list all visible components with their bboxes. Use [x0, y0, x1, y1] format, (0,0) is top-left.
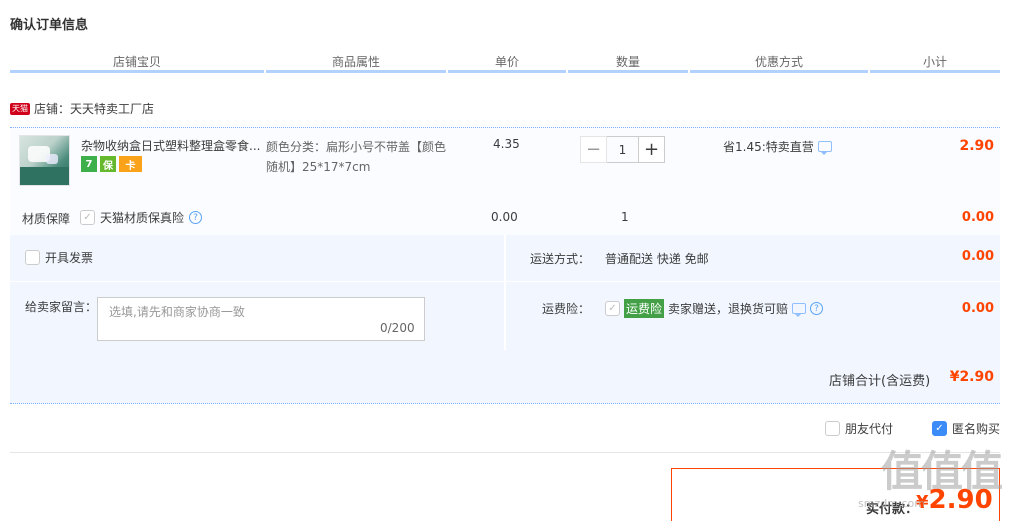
- column-header-discount: 优惠方式: [754, 55, 803, 69]
- product-thumbnail[interactable]: [19, 135, 70, 186]
- help-icon[interactable]: ?: [189, 211, 203, 224]
- header-underline: [690, 70, 868, 73]
- seller-note-placeholder: 选填,请先和商家协商一致: [109, 305, 245, 319]
- discount-info: 省1.45:特卖直营: [723, 138, 832, 155]
- service-badges: 7 保 卡: [81, 156, 142, 172]
- shop-total-label: 店铺合计(含运费): [829, 374, 931, 389]
- friend-pay-checkbox[interactable]: [825, 421, 840, 436]
- header-underline: [266, 70, 446, 73]
- attribute-line: 随机】25*17*7cm: [266, 160, 371, 174]
- invoice-checkbox[interactable]: [25, 250, 40, 265]
- header-underline: [568, 70, 688, 73]
- column-header-subtotal: 小计: [922, 55, 947, 69]
- friend-pay-option: 朋友代付: [825, 420, 893, 437]
- chat-bubble-icon[interactable]: [792, 303, 807, 317]
- shipping-fee: 0.00: [961, 249, 994, 264]
- credit-card-icon[interactable]: 卡: [119, 156, 142, 172]
- seven-day-return-icon[interactable]: 7: [81, 156, 97, 172]
- insurance-quantity: 1: [621, 210, 629, 224]
- discount-text: 省1.45:特卖直营: [723, 140, 814, 154]
- insurance-price: 0.00: [491, 210, 518, 224]
- material-guarantee-label: 材质保障: [22, 212, 71, 226]
- material-insurance-checkbox[interactable]: ✓: [80, 210, 95, 225]
- site-watermark: 值值值: [880, 447, 1003, 496]
- decrease-quantity-button[interactable]: −: [580, 136, 607, 163]
- help-icon[interactable]: ?: [810, 302, 824, 315]
- header-underline: [448, 70, 566, 73]
- tmall-logo-icon: 天猫: [10, 102, 30, 115]
- seller-note-label: 给卖家留言：: [25, 300, 98, 314]
- guarantee-shield-icon[interactable]: 保: [100, 156, 116, 172]
- quantity-input[interactable]: 1: [607, 136, 638, 163]
- shipping-method-label: 运送方式：: [530, 252, 591, 266]
- freight-insurance-text: 卖家赠送，退换货可赔: [668, 302, 789, 316]
- unit-price: 4.35: [493, 137, 520, 151]
- quantity-stepper: − 1 +: [580, 136, 665, 163]
- column-header-quantity: 数量: [615, 55, 640, 69]
- anonymous-buy-option: ✓ 匿名购买: [932, 420, 1000, 437]
- invoice-label: 开具发票: [45, 251, 94, 265]
- column-header-shop-item: 店铺宝贝: [112, 55, 161, 69]
- freight-insurance-fee: 0.00: [961, 301, 994, 316]
- anonymous-buy-checkbox[interactable]: ✓: [932, 421, 947, 436]
- increase-quantity-button[interactable]: +: [638, 136, 665, 163]
- attribute-line: 颜色分类：扁形小号不带盖【颜色: [266, 140, 447, 154]
- chat-bubble-icon[interactable]: [817, 141, 832, 155]
- seller-note-char-count: 0/200: [380, 321, 415, 335]
- invoice-option: 开具发票: [25, 249, 93, 266]
- freight-insurance-checkbox[interactable]: ✓: [605, 301, 620, 316]
- item-subtotal: 2.90: [959, 138, 994, 154]
- freight-insurance-tag: 运费险: [624, 299, 665, 318]
- material-insurance-option: ✓ 天猫材质保真险 ?: [80, 209, 203, 226]
- insurance-subtotal: 0.00: [961, 210, 994, 225]
- freight-insurance-option: ✓ 运费险 卖家赠送，退换货可赔 ?: [605, 299, 824, 318]
- divider: [10, 452, 1000, 453]
- material-insurance-text: 天猫材质保真险: [100, 211, 185, 225]
- column-header-unit-price: 单价: [494, 55, 519, 69]
- shop-name[interactable]: 店铺：天天特卖工厂店: [34, 100, 154, 117]
- header-underline: [10, 70, 264, 73]
- header-underline: [870, 70, 1000, 73]
- page-title: 确认订单信息: [10, 18, 89, 33]
- anonymous-buy-label: 匿名购买: [952, 422, 1001, 436]
- shop-total-value: ¥2.90: [949, 369, 994, 385]
- freight-insurance-label: 运费险：: [542, 302, 591, 316]
- friend-pay-label: 朋友代付: [845, 422, 894, 436]
- shop-header: 天猫 店铺：天天特卖工厂店: [10, 100, 154, 117]
- shipping-method-value: 普通配送 快递 免邮: [605, 252, 709, 266]
- product-attributes: 颜色分类：扁形小号不带盖【颜色 随机】25*17*7cm: [266, 137, 461, 177]
- product-name-link[interactable]: 杂物收纳盒日式塑料整理盒零食...: [81, 137, 263, 154]
- column-header-attributes: 商品属性: [331, 55, 380, 69]
- site-watermark-url: smzdm.com: [858, 497, 925, 510]
